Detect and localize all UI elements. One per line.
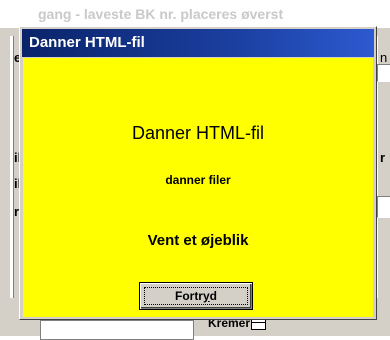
cancel-button-label: Fortr y d: [144, 287, 248, 305]
background-label-fragment: r: [380, 150, 386, 165]
cancel-button[interactable]: Fortr y d: [139, 282, 253, 310]
background-window-caption: gang - laveste BK nr. placeres øverst: [38, 6, 284, 22]
background-input-field[interactable]: [377, 64, 390, 82]
background-label-fragment: n: [380, 50, 388, 65]
dialog-wait-text: Vent et øjeblik: [147, 232, 249, 249]
background-input-field[interactable]: [377, 196, 390, 218]
background-dropdown[interactable]: [40, 320, 194, 340]
dialog-title: Danner HTML-fil: [29, 34, 145, 51]
background-frame-left: [10, 36, 14, 298]
dialog-heading: Danner HTML-fil: [131, 123, 265, 143]
progress-dialog: Danner HTML-fil Danner HTML-fil danner f…: [19, 26, 377, 320]
dialog-status-text: danner filer: [165, 173, 231, 187]
dialog-content: Danner HTML-fil danner filer Vent et øje…: [23, 58, 373, 317]
dialog-titlebar[interactable]: Danner HTML-fil: [22, 29, 374, 57]
